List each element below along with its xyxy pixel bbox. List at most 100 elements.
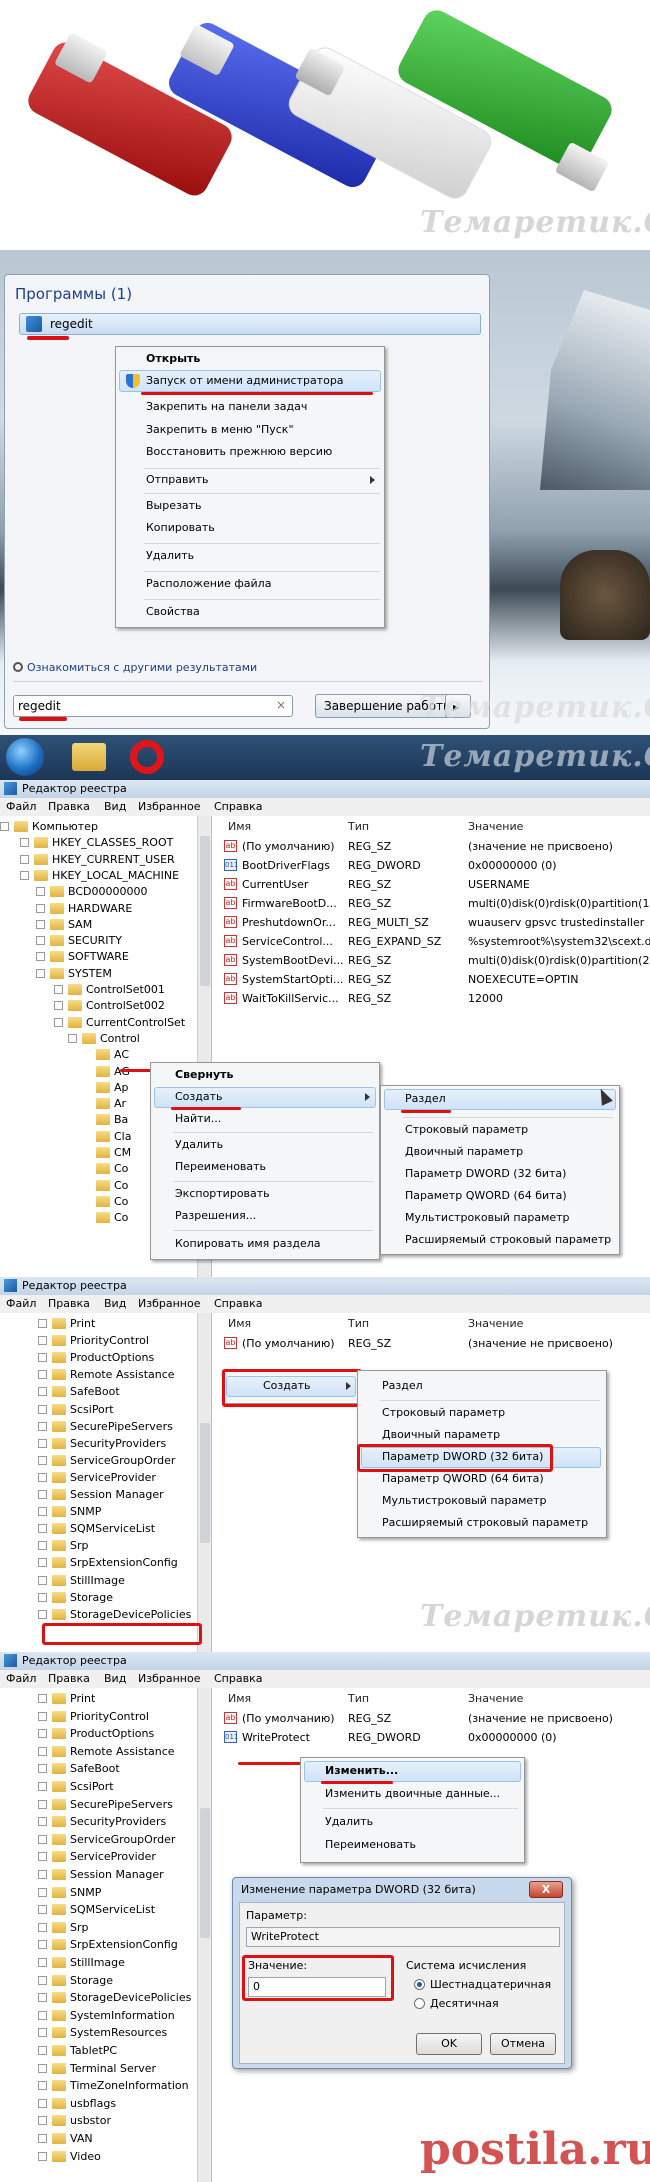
menu-view[interactable]: Вид <box>104 800 126 813</box>
tree-expander-icon[interactable] <box>20 870 29 880</box>
menu-favorites[interactable]: Избранное <box>138 800 200 813</box>
tree-expander-icon[interactable] <box>20 854 29 864</box>
menu-properties[interactable]: Свойства <box>146 605 200 618</box>
tree-expander-icon[interactable] <box>54 1017 63 1027</box>
value-name[interactable]: SystemStartOpti... <box>242 973 343 986</box>
tree-node[interactable]: PriorityControl <box>70 1334 149 1347</box>
menu-delete[interactable]: Удалить <box>325 1815 373 1828</box>
search-input[interactable]: regedit × <box>13 695 293 717</box>
tree-node[interactable]: Storage <box>70 1974 113 1987</box>
submenu-dword[interactable]: Параметр DWORD (32 бита) <box>405 1167 566 1180</box>
column-type[interactable]: Тип <box>348 820 369 833</box>
tree-expander-icon[interactable] <box>38 1421 47 1431</box>
tree-expander-icon[interactable] <box>38 1852 47 1862</box>
menu-copy[interactable]: Копировать <box>146 521 215 534</box>
menu-rename[interactable]: Переименовать <box>325 1838 416 1851</box>
tree-node[interactable]: Remote Assistance <box>70 1368 175 1381</box>
clear-search-icon[interactable]: × <box>276 698 286 712</box>
tree-expander-icon[interactable] <box>38 1575 47 1585</box>
menu-run-as-admin[interactable]: Запуск от имени администратора <box>146 374 344 387</box>
menu-file-location[interactable]: Расположение файла <box>146 577 271 590</box>
tree-expander-icon[interactable] <box>38 1592 47 1602</box>
column-name[interactable]: Имя <box>228 820 251 833</box>
tree-expander-icon[interactable] <box>38 1729 47 1739</box>
tree-expander-icon[interactable] <box>36 968 45 978</box>
tree-node[interactable]: Ap <box>114 1081 129 1094</box>
submenu-string[interactable]: Строковый параметр <box>405 1123 528 1136</box>
tree-node[interactable]: SecurityProviders <box>70 1437 166 1450</box>
tree-node[interactable]: Co <box>114 1211 128 1224</box>
tree-expander-icon[interactable] <box>54 1001 63 1011</box>
tree-node[interactable]: SECURITY <box>68 934 122 947</box>
tree-expander-icon[interactable] <box>36 952 45 962</box>
tree-expander-icon[interactable] <box>38 1541 47 1551</box>
tree-node[interactable]: ServiceGroupOrder <box>70 1454 175 1467</box>
tree-node[interactable]: HKEY_CURRENT_USER <box>52 853 175 866</box>
menu-favorites[interactable]: Избранное <box>138 1672 200 1685</box>
menu-modify-binary[interactable]: Изменить двоичные данные... <box>325 1787 500 1800</box>
tree-scrollbar[interactable] <box>197 1313 211 1652</box>
tree-node[interactable]: Компьютер <box>32 820 98 833</box>
submenu-binary[interactable]: Двоичный параметр <box>382 1428 500 1441</box>
tree-node[interactable]: Remote Assistance <box>70 1745 175 1758</box>
search-result-regedit[interactable]: regedit <box>19 313 481 335</box>
value-name[interactable]: (По умолчанию) <box>242 840 335 853</box>
tree-expander-icon[interactable] <box>54 985 63 994</box>
tree-node[interactable]: ProductOptions <box>70 1351 154 1364</box>
menu-find[interactable]: Найти... <box>175 1112 221 1125</box>
tree-node[interactable]: ControlSet002 <box>86 999 165 1012</box>
menu-view[interactable]: Вид <box>104 1672 126 1685</box>
menu-export[interactable]: Экспортировать <box>175 1187 270 1200</box>
menu-pin-taskbar[interactable]: Закрепить на панели задач <box>146 400 307 413</box>
menu-delete[interactable]: Удалить <box>175 1138 223 1151</box>
column-value[interactable]: Значение <box>468 1692 523 1705</box>
tree-expander-icon[interactable] <box>38 1975 47 1985</box>
tree-expander-icon[interactable] <box>38 1746 47 1756</box>
value-name[interactable]: CurrentUser <box>242 878 308 891</box>
tree-node[interactable]: SrpExtensionConfig <box>70 1938 178 1951</box>
tree-node[interactable]: Ar <box>114 1097 126 1110</box>
submenu-binary[interactable]: Двоичный параметр <box>405 1145 523 1158</box>
tree-node[interactable]: Session Manager <box>70 1868 164 1881</box>
tree-expander-icon[interactable] <box>38 1438 47 1448</box>
column-name[interactable]: Имя <box>228 1317 251 1330</box>
tree-node[interactable]: ScsiPort <box>70 1403 114 1416</box>
tree-node[interactable]: VAN <box>70 2132 93 2145</box>
menu-delete[interactable]: Удалить <box>146 549 194 562</box>
submenu-multistring[interactable]: Мультистроковый параметр <box>382 1494 547 1507</box>
tree-node[interactable]: ScsiPort <box>70 1780 114 1793</box>
menu-help[interactable]: Справка <box>214 800 262 813</box>
column-value[interactable]: Значение <box>468 1317 523 1330</box>
tree-node[interactable]: PriorityControl <box>70 1710 149 1723</box>
tree-expander-icon[interactable] <box>36 903 45 913</box>
submenu-key[interactable]: Раздел <box>382 1379 423 1392</box>
tree-expander-icon[interactable] <box>38 1870 47 1879</box>
tree-node[interactable]: SNMP <box>70 1505 101 1518</box>
submenu-multistring[interactable]: Мультистроковый параметр <box>405 1211 570 1224</box>
start-button-icon[interactable] <box>6 738 44 776</box>
value-name[interactable]: PreshutdownOr... <box>242 916 336 929</box>
tree-node[interactable]: Ba <box>114 1113 128 1126</box>
value-name[interactable]: WaitToKillServic... <box>242 992 339 1005</box>
tree-expander-icon[interactable] <box>38 2063 47 2073</box>
column-type[interactable]: Тип <box>348 1692 369 1705</box>
tree-expander-icon[interactable] <box>38 1404 47 1414</box>
opera-icon[interactable] <box>130 740 164 774</box>
tree-node[interactable]: SNMP <box>70 1886 101 1899</box>
tree-node[interactable]: Print <box>70 1692 95 1705</box>
tree-node[interactable]: SecurePipeServers <box>70 1798 173 1811</box>
tree-expander-icon[interactable] <box>38 1455 47 1465</box>
tree-node[interactable]: Control <box>100 1032 140 1045</box>
tree-expander-icon[interactable] <box>38 1764 47 1774</box>
tree-expander-icon[interactable] <box>38 1694 47 1703</box>
menu-cut[interactable]: Вырезать <box>146 499 201 512</box>
menu-send-to[interactable]: Отправить <box>146 473 209 486</box>
menu-modify[interactable]: Изменить... <box>325 1764 398 1777</box>
menu-edit[interactable]: Правка <box>48 1672 90 1685</box>
tree-expander-icon[interactable] <box>38 2116 47 2126</box>
ok-button[interactable]: OK <box>416 2033 482 2055</box>
submenu-expandable[interactable]: Расширяемый строковый параметр <box>382 1516 588 1529</box>
tree-expander-icon[interactable] <box>38 1958 47 1967</box>
tree-node[interactable]: StorageDevicePolicies <box>70 1991 191 2004</box>
tree-expander-icon[interactable] <box>38 1336 47 1346</box>
